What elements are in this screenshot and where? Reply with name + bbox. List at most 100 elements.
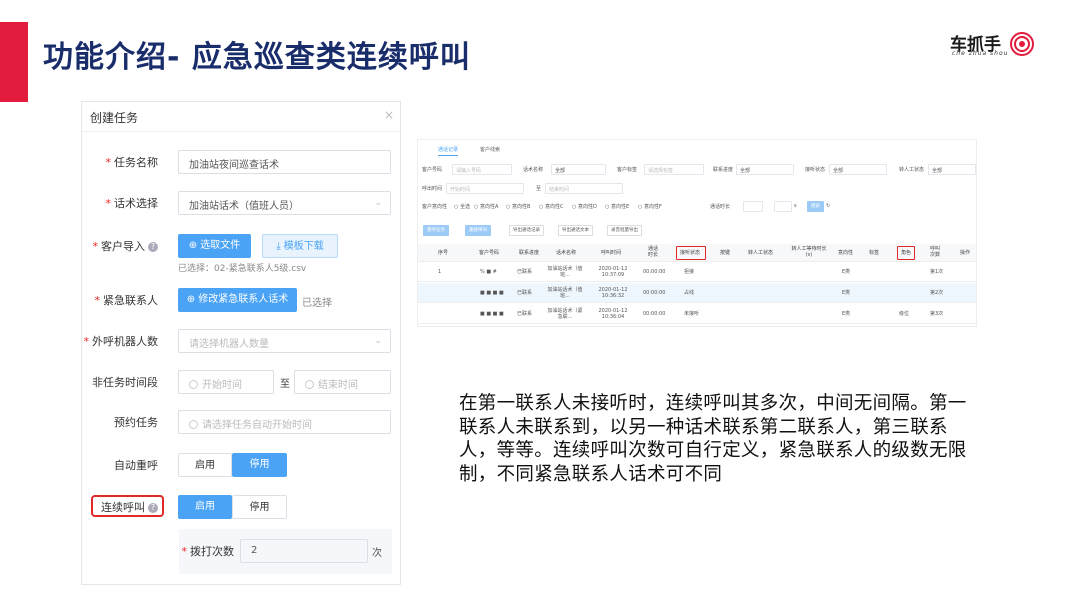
- start-time-input[interactable]: 开始时间: [178, 370, 274, 394]
- export-recordings-button[interactable]: 录音批量导出: [607, 225, 642, 236]
- time-range-separator: 至: [536, 186, 542, 192]
- col-header: 通话时长: [647, 246, 658, 258]
- intent-option[interactable]: 意向性E: [611, 204, 629, 210]
- select-file-button[interactable]: ⊕ 选取文件: [178, 234, 251, 258]
- close-icon[interactable]: ×: [384, 108, 394, 122]
- clock-icon: [189, 380, 198, 389]
- script-select[interactable]: 加油站话术（值班人员） ⌄: [178, 191, 391, 215]
- script-label: 话术选择: [114, 197, 158, 210]
- filter-row-3: 客户意向性 ○ 全选 ○ 意向性A ○ 意向性B ○ 意向性C ○ 意向性D ○…: [422, 201, 831, 212]
- end-time-filter[interactable]: 结束时间: [545, 183, 623, 194]
- robots-label: 外呼机器人数: [92, 335, 158, 348]
- duration-unit: s: [794, 203, 797, 209]
- robots-select[interactable]: 请选择机器人数量 ⌄: [178, 329, 391, 353]
- dial-count-label: 拨打次数: [190, 545, 234, 558]
- phone-filter-input[interactable]: 请输入号码: [452, 164, 512, 175]
- tag-filter-label: 客户标签: [617, 167, 638, 173]
- dial-count-input[interactable]: 2: [240, 539, 368, 563]
- import-row: * 客户导入? ⊕ 选取文件 ⤓ 模板下载 已选择：02-紧急联系人5级.csv: [82, 234, 402, 274]
- table-row[interactable]: ■ ■ ■ ■ 已联系 加油站话术（紧急联... 2020-01-12 10:3…: [418, 304, 976, 324]
- tag-filter-select[interactable]: 请选择标签: [644, 164, 704, 175]
- answer-filter-label: 接听状态: [805, 167, 826, 173]
- continuous-call-highlight: [91, 495, 164, 517]
- emergency-row: * 紧急联系人 ⊕ 修改紧急联系人话术 已选择: [82, 288, 402, 312]
- non-task-time-row: 非任务时间段 开始时间 至 结束时间: [82, 370, 402, 394]
- import-label: 客户导入: [101, 240, 145, 253]
- tab-customer-leads[interactable]: 客户线索: [480, 146, 500, 153]
- logo-subtitle: che zhua shou: [952, 50, 1009, 57]
- duration-max-input[interactable]: [774, 201, 792, 212]
- role-highlight: [897, 246, 915, 260]
- dial-count-unit: 次: [372, 548, 382, 559]
- transfer-filter-select[interactable]: 全部: [928, 164, 976, 175]
- table-row[interactable]: 1 % ■ # 已联系 加油站话术（值班... 2020-01-12 10:37…: [418, 262, 976, 282]
- reserve-label: 预约任务: [114, 416, 158, 429]
- intent-option[interactable]: 意向性C: [545, 204, 564, 210]
- table-row[interactable]: ■ ■ ■ ■ 已联系 加油站话术（值班... 2020-01-12 10:36…: [418, 283, 976, 303]
- script-filter-select[interactable]: 全部: [551, 164, 606, 175]
- answer-filter-select[interactable]: 全部: [829, 164, 887, 175]
- title-accent-bar: [0, 22, 28, 102]
- script-filter-label: 话术名称: [523, 167, 544, 173]
- export-text-button[interactable]: 导出通话文本: [558, 225, 593, 236]
- col-header: 呼叫时间: [601, 250, 622, 256]
- feature-description: 在第一联系人未接听时，连续呼叫其多次，中间无间隔。第一联系人未联系到，以另一种话…: [459, 393, 967, 485]
- intent-option[interactable]: 全选: [460, 204, 470, 210]
- logo-target-icon: [1010, 32, 1034, 56]
- col-header: 意向性: [838, 250, 854, 256]
- export-records-button[interactable]: 导出通话记录: [509, 225, 544, 236]
- range-separator: 至: [280, 379, 290, 390]
- slide-title: 功能介绍- 应急巡查类连续呼叫: [43, 40, 471, 75]
- logo: 车抓手 che zhua shou: [950, 30, 1040, 60]
- continuous-disable-button[interactable]: 停用: [232, 495, 287, 519]
- redial-call-button[interactable]: 重拨呼叫: [465, 225, 491, 236]
- progress-filter-label: 联系进度: [713, 167, 734, 173]
- redial-disable-button[interactable]: 停用: [232, 453, 287, 477]
- col-header: 转人工状态: [748, 250, 774, 256]
- help-icon[interactable]: ?: [148, 242, 158, 252]
- duration-min-input[interactable]: [743, 201, 763, 212]
- intent-filter-label: 客户意向性: [422, 204, 448, 210]
- table-toolbar: 重呼任务 重拨呼叫 导出通话记录 导出通话文本 录音批量导出: [418, 225, 976, 237]
- edit-emergency-script-button[interactable]: ⊕ 修改紧急联系人话术: [178, 288, 297, 312]
- transfer-filter-label: 转人工状态: [899, 167, 925, 173]
- dialog-title: 创建任务: [90, 111, 139, 125]
- refresh-icon[interactable]: ↻: [826, 203, 830, 209]
- redial-task-button[interactable]: 重呼任务: [423, 225, 449, 236]
- reserve-time-input[interactable]: 请选择任务自动开始时间: [178, 410, 391, 434]
- call-records-panel: 通话记录 客户线索 客户号码 请输入号码 话术名称 全部 客户标签 请选择标签 …: [417, 139, 977, 327]
- col-header: 标签: [869, 250, 880, 256]
- dial-count-row: * 拨打次数 2 次: [82, 539, 402, 563]
- auto-redial-row: 自动重呼 启用 停用: [82, 453, 402, 477]
- search-button[interactable]: 搜索: [807, 201, 824, 212]
- clock-icon: [189, 420, 198, 429]
- reserve-row: 预约任务 请选择任务自动开始时间: [82, 410, 402, 434]
- intent-option[interactable]: 意向性D: [578, 204, 597, 210]
- auto-redial-label: 自动重呼: [114, 459, 158, 472]
- download-icon: ⤓: [276, 241, 284, 252]
- duration-filter-label: 通话时长: [710, 204, 731, 210]
- redial-enable-button[interactable]: 启用: [178, 453, 232, 477]
- chevron-down-icon: ⌄: [374, 336, 382, 346]
- intent-option[interactable]: 意向性B: [512, 204, 530, 210]
- filter-row-1: 客户号码 请输入号码 话术名称 全部 客户标签 请选择标签 联系进度 全部 接听…: [418, 164, 976, 176]
- non-task-label: 非任务时间段: [92, 376, 158, 389]
- intent-option[interactable]: 意向性F: [644, 204, 662, 210]
- tab-call-records[interactable]: 通话记录: [438, 146, 459, 156]
- col-header: 转人工等待时长(s): [791, 246, 827, 258]
- task-name-row: * 任务名称 加油站夜间巡查话术: [82, 150, 402, 174]
- task-name-label: 任务名称: [114, 156, 158, 169]
- col-header: 话术名称: [556, 250, 577, 256]
- end-time-input[interactable]: 结束时间: [294, 370, 391, 394]
- start-time-filter[interactable]: 开始时间: [446, 183, 524, 194]
- intent-option[interactable]: 意向性A: [480, 204, 498, 210]
- col-header: 按键: [720, 250, 731, 256]
- plus-circle-icon: ⊕: [186, 294, 199, 305]
- answer-status-highlight: [676, 246, 706, 260]
- plus-circle-icon: ⊕: [188, 240, 201, 251]
- template-download-button[interactable]: ⤓ 模板下载: [262, 234, 338, 258]
- progress-filter-select[interactable]: 全部: [736, 164, 794, 175]
- robots-row: * 外呼机器人数 请选择机器人数量 ⌄: [82, 329, 402, 353]
- continuous-enable-button[interactable]: 启用: [178, 495, 232, 519]
- task-name-input[interactable]: 加油站夜间巡查话术: [178, 150, 391, 174]
